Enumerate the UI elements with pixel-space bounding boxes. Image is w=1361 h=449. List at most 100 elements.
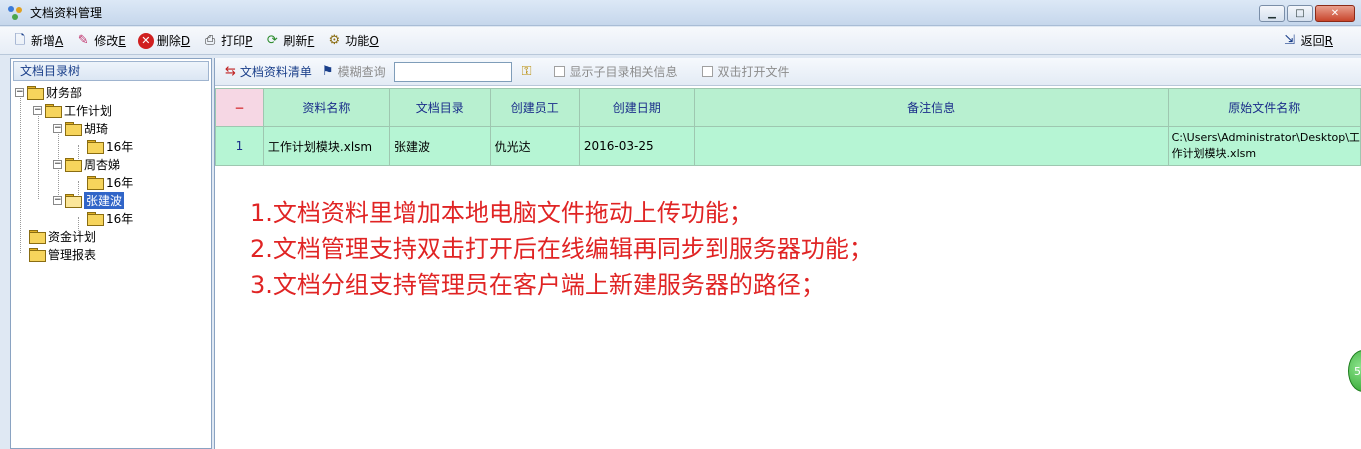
- print-shortcut: P: [245, 33, 253, 48]
- column-header-dir[interactable]: 文档目录: [388, 88, 491, 127]
- refresh-button[interactable]: ⟳ 刷新 F: [264, 32, 314, 49]
- tree-node-zhangjianbo[interactable]: − 张建波: [53, 191, 125, 209]
- new-document-icon: 🗋: [14, 33, 26, 48]
- tree-node-label: 管理报表: [48, 247, 97, 262]
- tree-node-huqi[interactable]: − 胡琦: [53, 119, 108, 137]
- function-shortcut: O: [369, 33, 379, 48]
- row-number[interactable]: 1: [215, 126, 264, 166]
- key-icon: ⚿: [521, 64, 532, 79]
- delete-button[interactable]: ✕ 删除 D: [137, 32, 190, 49]
- cell-remark[interactable]: [693, 126, 1169, 166]
- collapse-icon[interactable]: −: [15, 87, 24, 97]
- tree-node-management-report[interactable]: 管理报表: [29, 245, 96, 263]
- edit-shortcut: E: [118, 33, 126, 48]
- app-icon: [8, 5, 24, 21]
- show-subdir-checkbox[interactable]: 显示子目录相关信息: [553, 63, 678, 80]
- flag-icon: ⚑: [321, 64, 334, 79]
- back-shortcut: R: [1324, 33, 1333, 48]
- tree-header: 文档目录树: [13, 61, 209, 81]
- collapse-icon[interactable]: −: [53, 159, 62, 169]
- folder-icon: [29, 230, 46, 244]
- column-header-origin[interactable]: 原始文件名称: [1167, 88, 1361, 127]
- tree-node-label: 16年: [106, 211, 134, 226]
- checkbox-box[interactable]: [701, 66, 713, 77]
- column-header-name[interactable]: 资料名称: [262, 88, 390, 127]
- cell-dir[interactable]: 张建波: [388, 126, 491, 166]
- document-list-label: 文档资料清单: [239, 65, 312, 79]
- maximize-button[interactable]: □: [1287, 5, 1313, 22]
- add-button[interactable]: 🗋 新增 A: [12, 32, 63, 49]
- print-button[interactable]: ⎙ 打印 P: [202, 32, 252, 49]
- edit-pencil-icon: ✎: [77, 33, 89, 48]
- column-header-creator[interactable]: 创建员工: [489, 88, 580, 127]
- cell-origin[interactable]: C:\Users\Administrator\Desktop\工作计划模块.xl…: [1167, 126, 1361, 166]
- tree-node-zhouxingdi[interactable]: − 周杏娣: [53, 155, 120, 173]
- window-controls: ▁ □ ✕: [1259, 5, 1355, 22]
- tree-node-zhangjianbo-16[interactable]: 16年: [87, 209, 133, 227]
- cell-name[interactable]: 工作计划模块.xlsm: [262, 126, 390, 166]
- tools-icon: ⚙: [328, 33, 341, 48]
- corner-cell[interactable]: −: [215, 88, 264, 127]
- dblclick-open-checkbox[interactable]: 双击打开文件: [701, 63, 790, 80]
- document-list-tab[interactable]: ⇆ 文档资料清单: [225, 63, 312, 80]
- add-label: 新增: [31, 34, 56, 48]
- directory-tree-panel: 文档目录树 − 财务部 − 工作计划 − 胡琦 16年 − 周杏娣 16年 − …: [10, 58, 212, 449]
- dblclick-open-label: 双击打开文件: [717, 65, 790, 79]
- collapse-icon[interactable]: −: [53, 123, 62, 133]
- minimize-button[interactable]: ▁: [1259, 5, 1285, 22]
- folder-icon: [87, 212, 104, 226]
- tree-node-fund-plan[interactable]: 资金计划: [29, 227, 96, 245]
- search-input[interactable]: [393, 61, 512, 82]
- refresh-label: 刷新: [283, 34, 308, 48]
- title-bar: 文档资料管理 ▁ □ ✕: [0, 0, 1361, 26]
- note-line: 2.文档管理支持双击打开后在线编辑再同步到服务器功能；: [250, 235, 873, 263]
- table-header-row: − 资料名称 文档目录 创建员工 创建日期 备注信息 原始文件名称: [215, 88, 1361, 127]
- tree-node-work-plan[interactable]: − 工作计划: [33, 101, 112, 119]
- tree-node-label: 财务部: [46, 85, 83, 100]
- collapse-icon[interactable]: −: [33, 105, 42, 115]
- document-table: − 资料名称 文档目录 创建员工 创建日期 备注信息 原始文件名称 1 工作计划…: [215, 88, 1361, 166]
- tree-node-zhouxingdi-16[interactable]: 16年: [87, 173, 133, 191]
- folder-icon: [87, 140, 104, 154]
- edit-label: 修改: [94, 34, 119, 48]
- table-row[interactable]: 1 工作计划模块.xlsm 张建波 仇光达 2016-03-25 C:\User…: [215, 126, 1361, 166]
- cell-date[interactable]: 2016-03-25: [578, 126, 695, 166]
- delete-icon: ✕: [137, 32, 154, 49]
- tree-node-label: 16年: [106, 175, 134, 190]
- fuzzy-search-label: 模糊查询: [337, 65, 386, 79]
- column-header-date[interactable]: 创建日期: [578, 88, 695, 127]
- list-toolbar: ⇆ 文档资料清单 ⚑ 模糊查询 ⚿ 显示子目录相关信息 双击打开文件: [215, 58, 1361, 86]
- window-title: 文档资料管理: [30, 6, 103, 20]
- fuzzy-search-button[interactable]: ⚑ 模糊查询: [322, 63, 386, 80]
- tree-node-finance[interactable]: − 财务部: [15, 83, 82, 101]
- note-line: 1.文档资料里增加本地电脑文件拖动上传功能；: [250, 199, 753, 227]
- print-label: 打印: [221, 34, 246, 48]
- folder-icon: [27, 86, 44, 100]
- open-folder-icon: [65, 194, 82, 208]
- edit-button[interactable]: ✎ 修改 E: [75, 32, 126, 49]
- tree-node-huqi-16[interactable]: 16年: [87, 137, 133, 155]
- add-shortcut: A: [55, 33, 64, 48]
- refresh-shortcut: F: [307, 33, 315, 48]
- feature-notes: 1.文档资料里增加本地电脑文件拖动上传功能； 2.文档管理支持双击打开后在线编辑…: [250, 195, 873, 303]
- checkbox-box[interactable]: [553, 66, 565, 77]
- refresh-icon: ⟳: [266, 33, 278, 48]
- printer-icon: ⎙: [204, 33, 216, 48]
- folder-icon: [29, 248, 46, 262]
- collapse-icon[interactable]: −: [53, 195, 62, 205]
- note-line: 3.文档分组支持管理员在客户端上新建服务器的路径；: [250, 271, 825, 299]
- tree-node-label: 工作计划: [64, 103, 113, 118]
- key-button[interactable]: ⚿: [522, 64, 536, 79]
- folder-icon: [45, 104, 62, 118]
- back-label: 返回: [1300, 34, 1325, 48]
- close-button[interactable]: ✕: [1315, 5, 1355, 22]
- column-header-remark[interactable]: 备注信息: [693, 88, 1169, 127]
- back-button[interactable]: ⇲ 返回 R: [1282, 32, 1333, 49]
- exit-icon: ⇲: [1284, 33, 1296, 48]
- tree-node-label: 16年: [106, 139, 134, 154]
- tree-node-label: 资金计划: [48, 229, 97, 244]
- main-toolbar: 🗋 新增 A ✎ 修改 E ✕ 删除 D ⎙ 打印 P ⟳ 刷新 F ⚙ 功能 O ⇲ 返回…: [0, 27, 1361, 55]
- cell-creator[interactable]: 仇光达: [489, 126, 580, 166]
- folder-icon: [65, 158, 82, 172]
- function-button[interactable]: ⚙ 功能 O: [326, 32, 378, 49]
